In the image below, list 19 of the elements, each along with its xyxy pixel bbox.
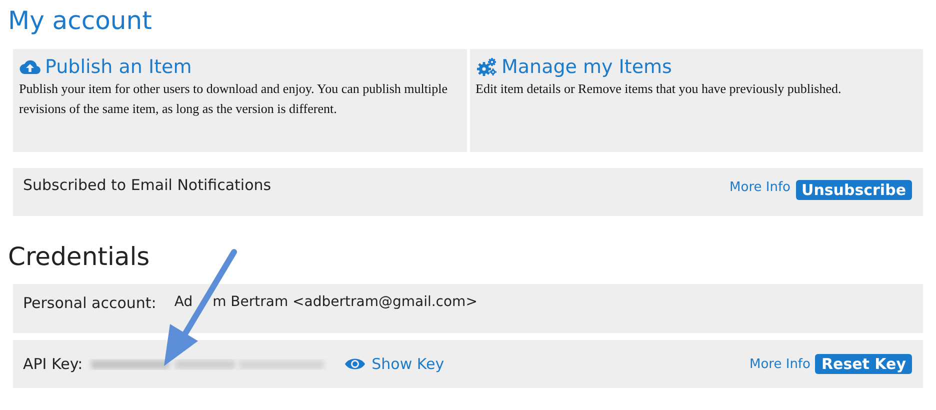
account-value: m Bertram <adbertram@gmail.com> bbox=[212, 294, 478, 310]
account-label: Personal account: bbox=[23, 294, 156, 312]
gears-icon bbox=[476, 57, 498, 77]
section-heading: Credentials bbox=[8, 242, 151, 273]
notification-label: Subscribed to Email Notifications bbox=[23, 176, 272, 194]
eye-icon bbox=[344, 357, 366, 371]
more-info-link[interactable]: More Info bbox=[750, 356, 810, 372]
page-title: My account bbox=[8, 5, 153, 37]
card-description: Edit item details or Remove items that you have previously published. bbox=[476, 80, 842, 98]
api-key-label: API Key: bbox=[23, 355, 83, 373]
account-value: Ad bbox=[174, 294, 193, 310]
card-title[interactable]: Manage my Items bbox=[476, 55, 917, 79]
reset-key-button[interactable]: Reset Key bbox=[815, 354, 912, 374]
show-key-link[interactable]: Show Key bbox=[344, 355, 444, 373]
unsubscribe-button[interactable]: Unsubscribe bbox=[796, 180, 912, 200]
more-info-link[interactable]: More Info bbox=[730, 180, 791, 195]
card-description: Publish your item for other users to download and enjoy. You can publish multiple revisions of the same item, as long as the version is different. bbox=[19, 80, 448, 118]
show-key-text[interactable]: Show Key bbox=[372, 355, 444, 373]
card-title[interactable]: Publish an Item bbox=[19, 55, 460, 79]
